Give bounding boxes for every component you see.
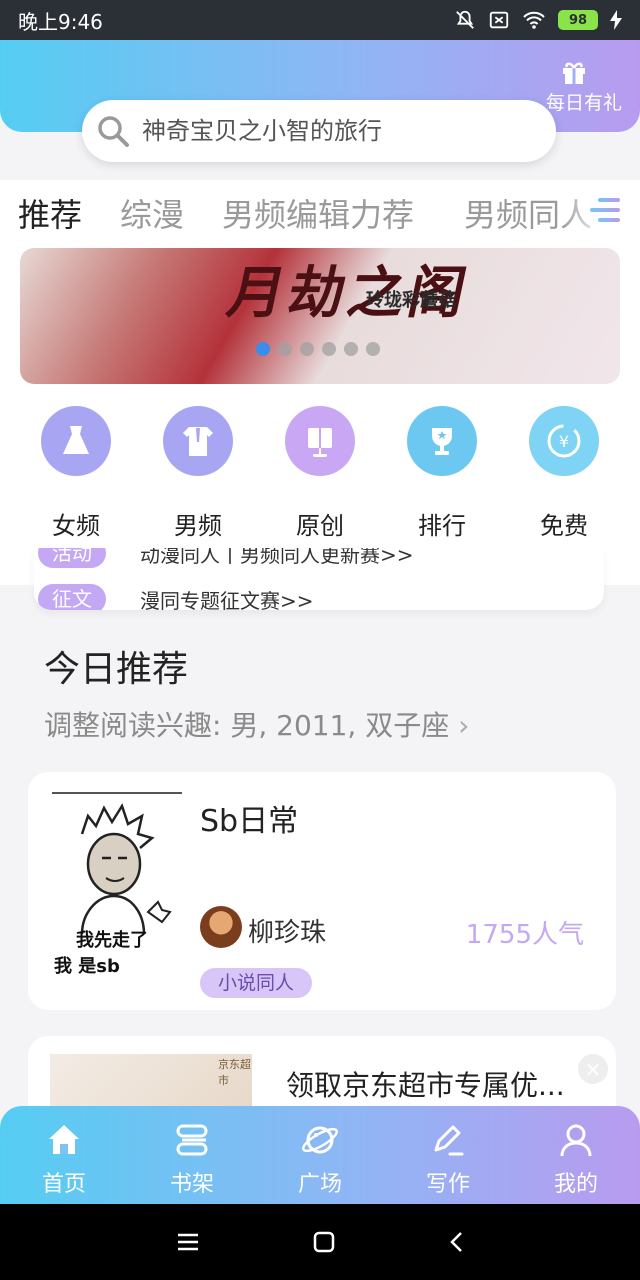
announcement-row[interactable]: 征文 漫同专题征文赛>> [38, 584, 314, 610]
category-label: 原创 [296, 512, 344, 540]
announcement-tag: 征文 [38, 584, 106, 610]
category-female[interactable]: 女频 [26, 406, 126, 541]
ad-title: 领取京东超市专属优... [286, 1069, 565, 1102]
pen-icon [434, 1125, 464, 1156]
book-card[interactable]: 我先走了 我 是sb Sb日常 柳珍珠 1755人气 小说同人 [28, 772, 616, 1010]
author-name: 柳珍珠 [248, 918, 327, 948]
home-icon [49, 1125, 79, 1154]
bookshelf-icon [176, 1124, 208, 1156]
book-tag: 小说同人 [200, 968, 313, 998]
popularity-count: 1755人气 [465, 920, 584, 950]
chevron-right-icon: › [458, 709, 470, 742]
announcement-text: 动漫同人丨男频同人更新赛>> [140, 548, 414, 567]
ad-image-brand: 京东超市 [218, 1058, 251, 1087]
tab-comprehensive-anime[interactable]: 综漫 [120, 190, 184, 236]
category-tabs: 推荐 综漫 男频编辑力荐 男频同人 [0, 180, 640, 245]
avatar [200, 906, 242, 948]
back-icon[interactable] [448, 1230, 464, 1254]
tab-male-editor-picks[interactable]: 男频编辑力荐 [222, 190, 414, 236]
nav-bookshelf[interactable]: 书架 [128, 1106, 256, 1204]
status-time: 晚上9:46 [18, 9, 103, 34]
sim-off-icon [489, 11, 509, 29]
nav-write[interactable]: 写作 [384, 1106, 512, 1204]
banner-dot[interactable] [322, 342, 336, 356]
category-ranking[interactable]: 排行 [392, 406, 492, 541]
category-label: 排行 [418, 512, 466, 540]
mute-icon [456, 10, 474, 29]
nav-home[interactable]: 首页 [0, 1106, 128, 1204]
banner-pagination [256, 342, 380, 356]
banner-dot[interactable] [256, 342, 270, 356]
book-icon [285, 406, 355, 476]
banner-dot[interactable] [344, 342, 358, 356]
nav-label: 我的 [553, 1172, 598, 1197]
nav-label: 广场 [297, 1172, 342, 1197]
dress-icon [41, 406, 111, 476]
nav-label: 写作 [425, 1172, 470, 1197]
cover-text-2: 我 是sb [54, 956, 120, 977]
nav-label: 首页 [41, 1172, 86, 1197]
gift-icon [563, 62, 585, 84]
book-cover: 我先走了 我 是sb [52, 792, 182, 982]
user-icon [560, 1124, 592, 1157]
shirt-icon [163, 406, 233, 476]
nav-profile[interactable]: 我的 [512, 1106, 640, 1204]
planet-icon [302, 1126, 338, 1154]
section-title: 今日推荐 [44, 649, 189, 690]
reading-interest-link[interactable]: 调整阅读兴趣: 男, 2011, 双子座 › [44, 704, 469, 744]
nav-label: 书架 [169, 1172, 214, 1197]
category-free[interactable]: ¥ 免费 [514, 406, 614, 541]
banner-dot[interactable] [366, 342, 380, 356]
category-original[interactable]: 原创 [270, 406, 370, 541]
close-icon[interactable]: × [578, 1054, 608, 1084]
menu-icon[interactable] [176, 1232, 200, 1252]
home-square-icon[interactable] [313, 1231, 335, 1253]
search-icon [98, 116, 129, 147]
search-bar[interactable] [82, 100, 556, 162]
banner-author: 玲珑彩蘑菇 [366, 290, 456, 311]
banner-dot[interactable] [278, 342, 292, 356]
book-title: Sb日常 [200, 804, 299, 839]
announcement-text: 漫同专题征文赛>> [140, 588, 314, 611]
system-navigation-bar [0, 1204, 640, 1280]
wifi-icon [523, 11, 545, 29]
cover-text-1: 我先走了 [76, 929, 148, 951]
banner-dot[interactable] [300, 342, 314, 356]
bottom-navigation: 首页 书架 广场 写作 我的 [0, 1106, 640, 1204]
category-label: 女频 [52, 512, 100, 540]
search-input[interactable] [142, 117, 522, 145]
status-bar: 晚上9:46 98 [0, 0, 640, 40]
category-male[interactable]: 男频 [148, 406, 248, 541]
charging-icon [610, 10, 622, 30]
nav-plaza[interactable]: 广场 [256, 1106, 384, 1204]
category-label: 男频 [174, 512, 222, 540]
category-label: 免费 [540, 512, 588, 540]
tab-menu-icon[interactable] [590, 196, 620, 224]
announcement-row[interactable]: 活动 动漫同人丨男频同人更新赛>> [38, 548, 414, 568]
status-icons: 98 [454, 9, 622, 31]
promo-banner[interactable]: 月劫之阁 玲珑彩蘑菇 [20, 248, 620, 384]
yen-icon: ¥ [529, 406, 599, 476]
battery-indicator: 98 [558, 10, 598, 30]
meme-cover-image: 我先走了 我 是sb [54, 803, 172, 977]
tab-recommend[interactable]: 推荐 [18, 190, 82, 236]
announcement-card: 活动 动漫同人丨男频同人更新赛>> 征文 漫同专题征文赛>> [34, 548, 604, 610]
reading-interest-text: 调整阅读兴趣: 男, 2011, 双子座 [44, 709, 450, 742]
trophy-icon [407, 406, 477, 476]
announcement-tag: 活动 [38, 548, 106, 568]
svg-text:¥: ¥ [559, 432, 569, 451]
